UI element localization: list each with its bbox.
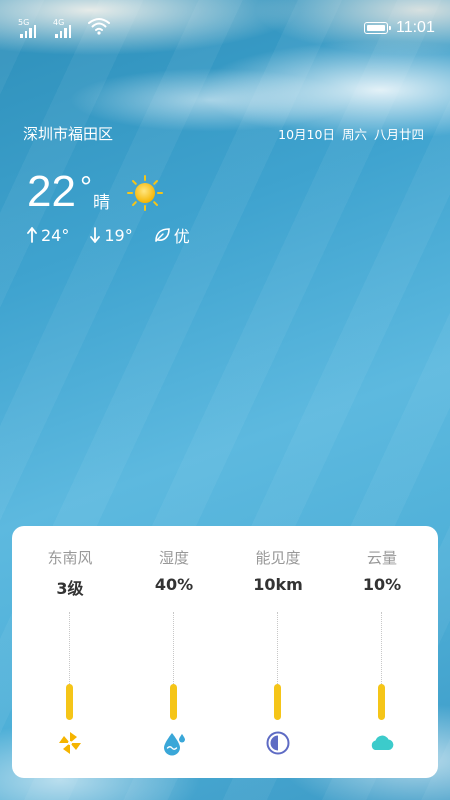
weather-details-card: 东南风 3级 湿度 40% 能见度 10km 云量 10% bbox=[12, 526, 438, 778]
arrow-up-icon bbox=[27, 227, 37, 243]
air-quality[interactable]: 优 bbox=[153, 223, 190, 247]
sun-icon bbox=[127, 175, 163, 211]
air-quality-value: 优 bbox=[173, 227, 190, 246]
level-bar bbox=[170, 684, 177, 720]
pinwheel-icon bbox=[59, 732, 81, 754]
date-label: 10月10日 bbox=[278, 127, 335, 142]
status-bar: 5G 4G 11:01 bbox=[0, 0, 450, 60]
detail-value: 10% bbox=[362, 575, 402, 594]
dotted-line bbox=[277, 612, 278, 684]
wifi-icon bbox=[88, 18, 110, 35]
detail-humidity: 湿度 40% bbox=[121, 526, 227, 778]
arrow-down-icon bbox=[90, 227, 101, 243]
current-temperature: 22 ° bbox=[27, 166, 92, 218]
level-bar bbox=[274, 684, 281, 720]
dotted-line bbox=[69, 612, 70, 684]
detail-visibility: 能见度 10km bbox=[225, 526, 331, 778]
water-drop-icon bbox=[164, 733, 185, 756]
battery-icon bbox=[364, 22, 391, 34]
low-temperature-value: 19° bbox=[104, 225, 133, 245]
detail-wind: 东南风 3级 bbox=[17, 526, 123, 778]
cloud-icon bbox=[371, 735, 394, 750]
temperature-value: 22 bbox=[27, 167, 76, 216]
date-line: 10月10日 周六 八月廿四 bbox=[278, 124, 424, 143]
lunar-date-label: 八月廿四 bbox=[373, 127, 424, 142]
detail-label: 云量 bbox=[366, 549, 397, 567]
leaf-icon bbox=[154, 228, 170, 242]
level-bar bbox=[378, 684, 385, 720]
contrast-icon bbox=[266, 731, 290, 755]
high-temperature: 24° bbox=[26, 226, 69, 245]
low-temperature: 19° bbox=[89, 225, 133, 245]
detail-label: 湿度 bbox=[158, 549, 189, 567]
detail-label: 东南风 bbox=[47, 549, 93, 567]
temperature-range-row: 24° 19° 优 bbox=[26, 223, 210, 247]
high-temperature-value: 24° bbox=[41, 225, 70, 245]
detail-value: 3级 bbox=[56, 579, 84, 598]
dotted-line bbox=[381, 612, 382, 684]
detail-value: 40% bbox=[154, 575, 194, 594]
degree-symbol: ° bbox=[79, 171, 92, 204]
detail-cloud-cover: 云量 10% bbox=[329, 526, 435, 778]
level-bar bbox=[66, 684, 73, 720]
weather-condition: 晴 bbox=[93, 193, 110, 213]
location-label[interactable]: 深圳市福田区 bbox=[23, 123, 113, 144]
clock-time: 11:01 bbox=[396, 19, 435, 36]
dotted-line bbox=[173, 612, 174, 684]
weekday-label: 周六 bbox=[341, 127, 367, 142]
detail-label: 能见度 bbox=[255, 549, 301, 567]
detail-value: 10km bbox=[253, 575, 303, 594]
